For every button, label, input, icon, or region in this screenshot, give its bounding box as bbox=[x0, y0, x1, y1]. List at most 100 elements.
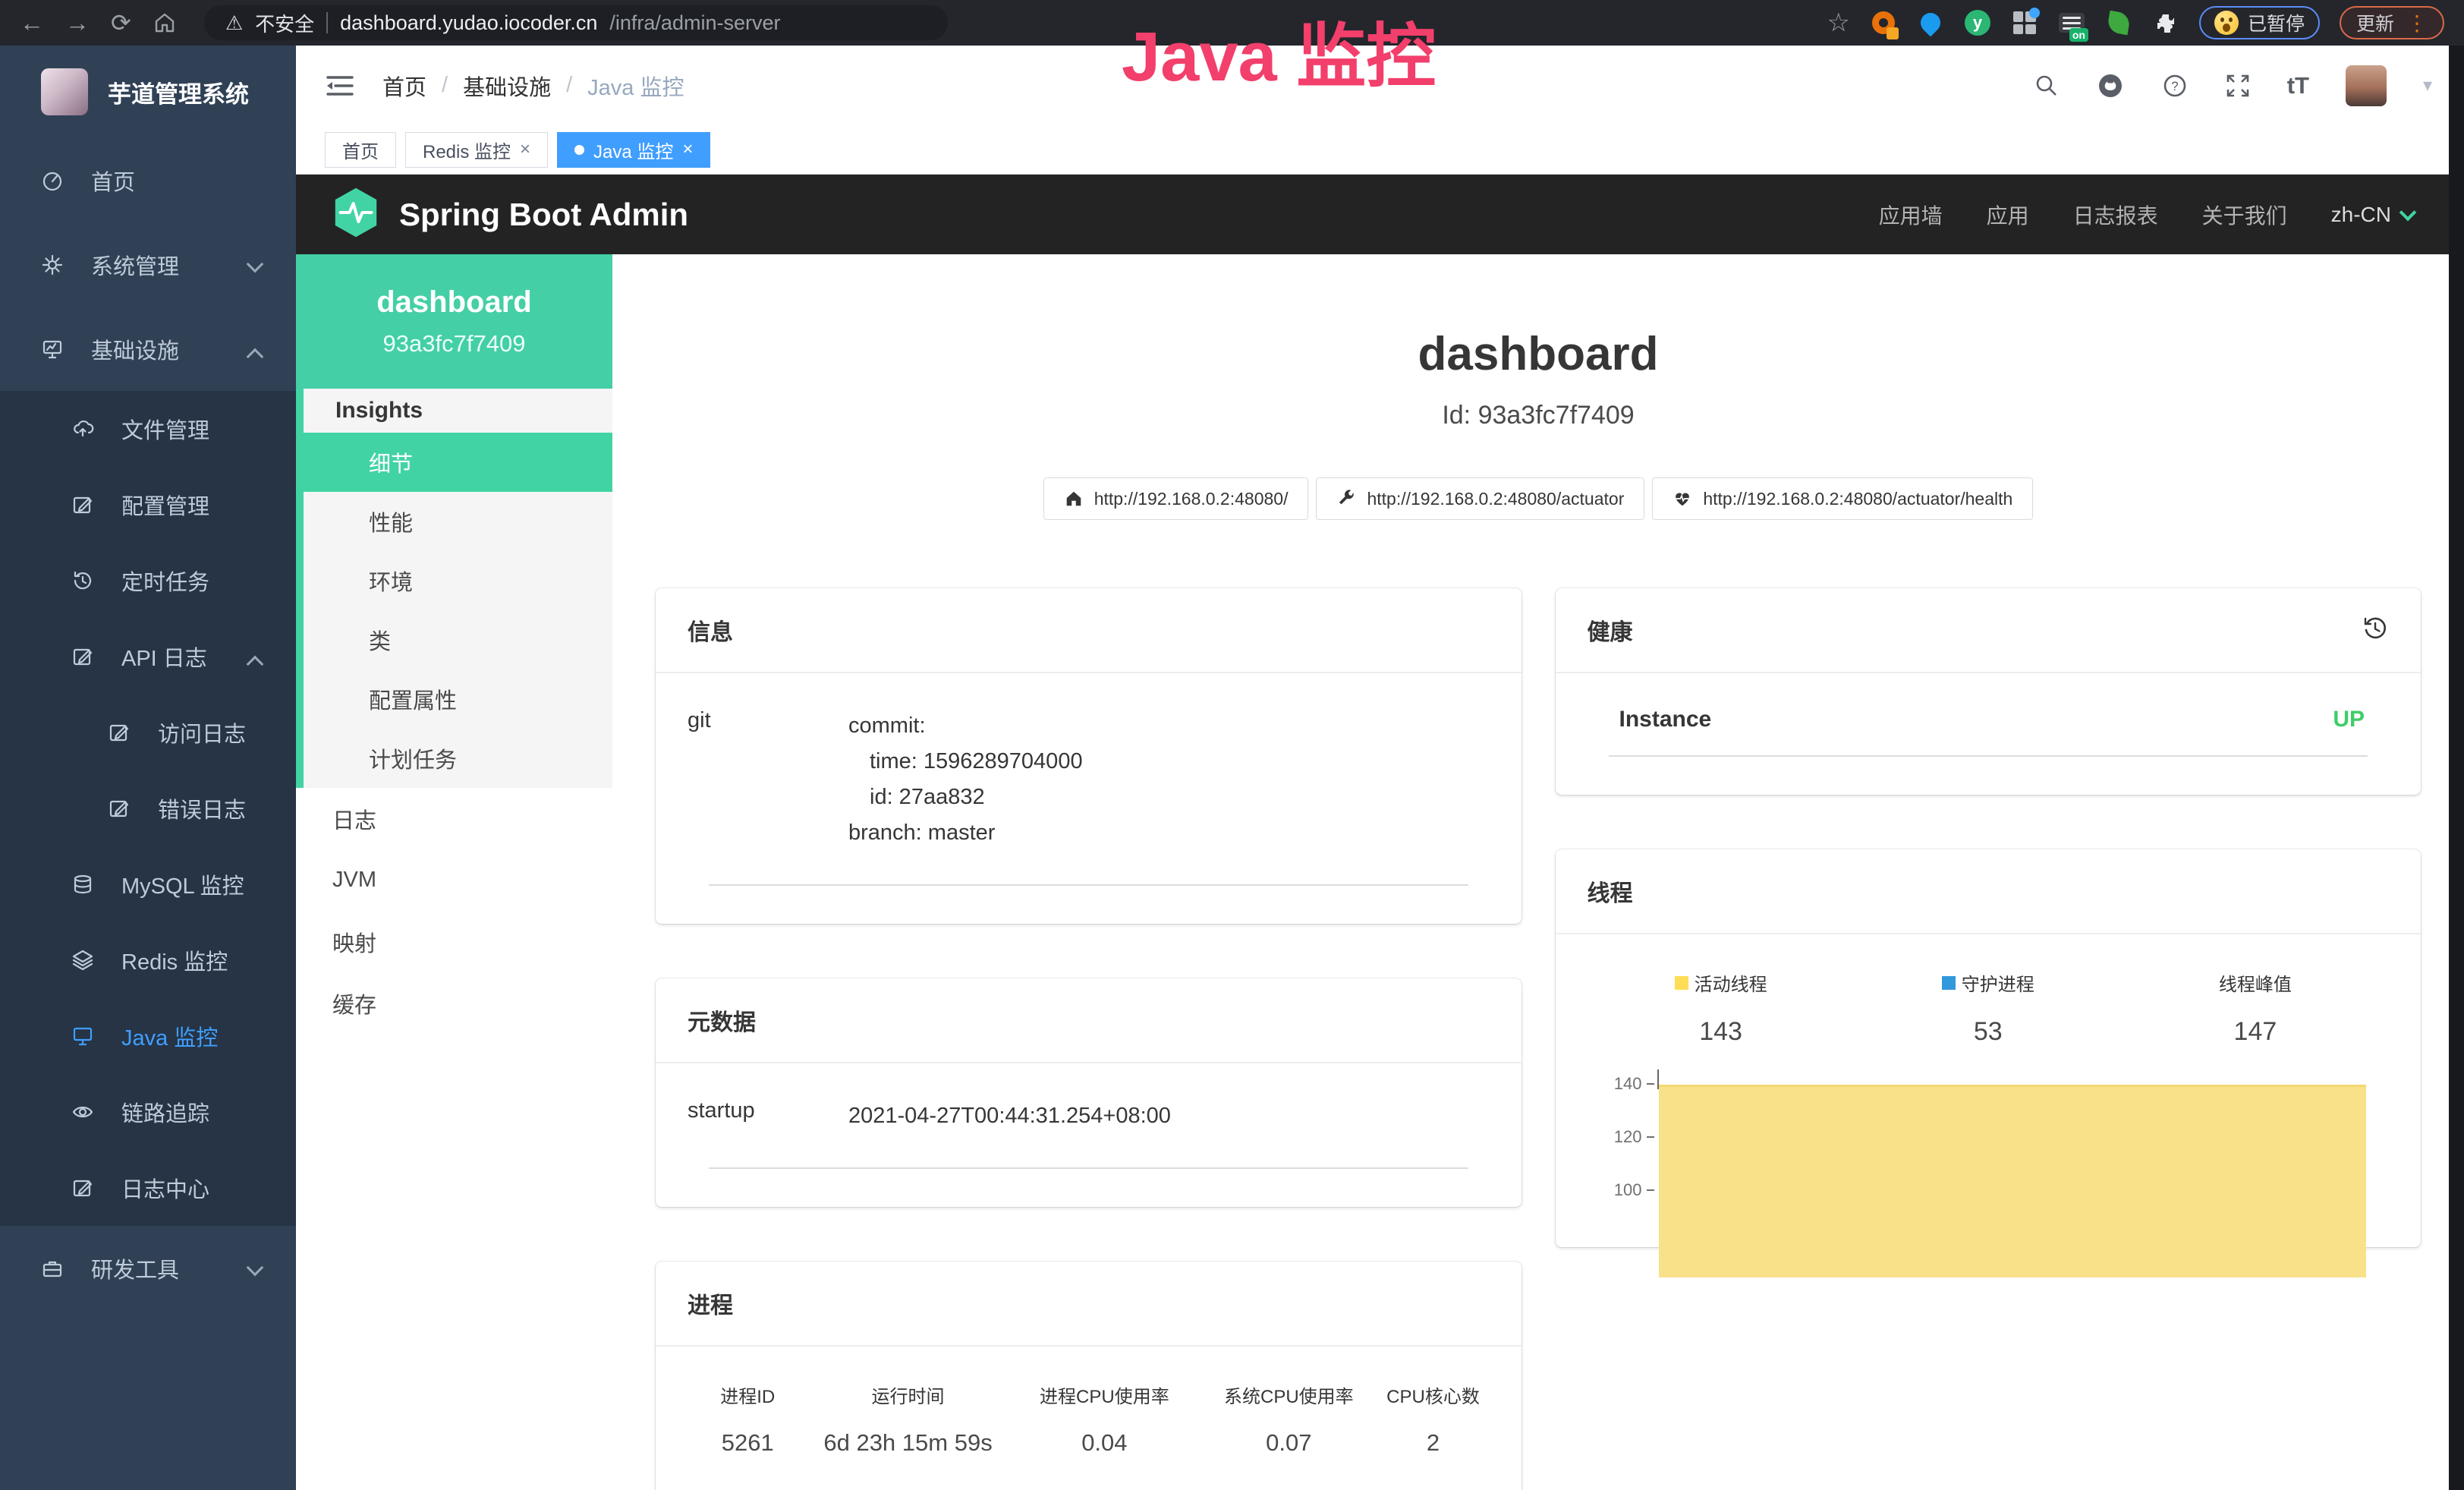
sidebar-item-file-manage[interactable]: 文件管理 bbox=[0, 391, 296, 467]
address-bar[interactable]: ⚠ 不安全 dashboard.yudao.iocoder.cn /infra/… bbox=[204, 5, 948, 40]
sidebar-item-tracing[interactable]: 链路追踪 bbox=[0, 1074, 296, 1150]
sba-logo-icon bbox=[332, 187, 379, 242]
cloud-upload-icon bbox=[71, 417, 121, 440]
sidebar-item-home[interactable]: 首页 bbox=[0, 138, 296, 222]
page-title: dashboard bbox=[656, 327, 2421, 381]
sidebar-item-config-manage[interactable]: 配置管理 bbox=[0, 467, 296, 543]
sidebar-item-access-logs[interactable]: 访问日志 bbox=[0, 695, 296, 770]
cards-right-column: 健康 Instance UP bbox=[1556, 588, 2422, 1247]
sidebar-item-system[interactable]: 系统管理 bbox=[0, 222, 296, 307]
font-size-icon[interactable]: tT bbox=[2287, 72, 2309, 99]
browser-update-button[interactable]: 更新 ⋮ bbox=[2340, 6, 2444, 39]
system-cpu-value: 0.07 bbox=[1201, 1429, 1377, 1457]
close-icon[interactable]: × bbox=[682, 139, 693, 160]
sidebar-item-api-logs[interactable]: API 日志 bbox=[0, 619, 296, 695]
update-label: 更新 bbox=[2356, 9, 2394, 36]
browser-home-icon[interactable] bbox=[153, 11, 177, 35]
metadata-card: 元数据 startup 2021-04-27T00:44:31.254+08:0… bbox=[656, 978, 1522, 1207]
switch-on-extension-icon[interactable]: on bbox=[2058, 9, 2085, 36]
sidebar-item-java-monitor[interactable]: Java 监控 bbox=[0, 998, 296, 1074]
divider bbox=[709, 1167, 1468, 1169]
fullscreen-icon[interactable] bbox=[2225, 73, 2251, 99]
process-table-header: 进程ID 运行时间 进程CPU使用率 系统CPU使用率 CPU核心数 bbox=[688, 1381, 1490, 1408]
sba-nav-wallboard[interactable]: 应用墙 bbox=[1879, 200, 1943, 230]
sidebar-item-log-center[interactable]: 日志中心 bbox=[0, 1150, 296, 1226]
sba-menu-details[interactable]: 细节 bbox=[304, 433, 612, 492]
browser-toolbar-right: ☆ y on 已暂停 更新 ⋮ bbox=[1827, 6, 2444, 39]
database-icon bbox=[71, 873, 121, 896]
tab-java-monitor[interactable]: Java 监控 × bbox=[557, 132, 710, 168]
chevron-up-icon bbox=[247, 656, 264, 673]
colorpicker-extension-icon[interactable] bbox=[1870, 9, 1897, 36]
search-icon[interactable] bbox=[2034, 73, 2060, 99]
sba-menu-environment[interactable]: 环境 bbox=[304, 551, 612, 610]
app-title: 芋道管理系统 bbox=[108, 75, 249, 109]
pin-extension-icon[interactable] bbox=[1917, 9, 1944, 36]
bookmark-star-icon[interactable]: ☆ bbox=[1827, 8, 1849, 38]
health-url-button[interactable]: http://192.168.0.2:48080/actuator/health bbox=[1652, 477, 2033, 520]
chevron-down-icon bbox=[247, 255, 264, 272]
sidebar-submenu-infra: 文件管理 配置管理 定时任务 API 日志 bbox=[0, 391, 296, 1226]
sba-menu-config-props[interactable]: 配置属性 bbox=[304, 669, 612, 729]
card-title: 线程 bbox=[1588, 874, 1633, 908]
history-icon[interactable] bbox=[2362, 615, 2389, 646]
sba-nav-journal[interactable]: 日志报表 bbox=[2073, 200, 2158, 230]
sba-locale-select[interactable]: zh-CN bbox=[2331, 203, 2414, 227]
sba-nav-applications[interactable]: 应用 bbox=[1987, 200, 2029, 230]
reload-icon[interactable]: ⟳ bbox=[111, 11, 131, 35]
breadcrumb-infra[interactable]: 基础设施 bbox=[463, 70, 551, 102]
sidebar-item-redis-monitor[interactable]: Redis 监控 bbox=[0, 922, 296, 998]
divider bbox=[1609, 755, 2368, 757]
help-icon[interactable]: ? bbox=[2161, 72, 2189, 99]
instance-id: 93a3fc7f7409 bbox=[383, 330, 526, 358]
sba-menu-caches[interactable]: 缓存 bbox=[296, 972, 612, 1034]
chevron-up-icon bbox=[247, 348, 264, 365]
avatar[interactable] bbox=[2346, 65, 2387, 106]
page-scrollbar[interactable] bbox=[2449, 46, 2464, 1490]
sba-menu-logs[interactable]: 日志 bbox=[296, 788, 612, 849]
grid-extension-icon[interactable] bbox=[2011, 9, 2038, 36]
edit-icon bbox=[71, 645, 121, 668]
tab-home[interactable]: 首页 bbox=[325, 132, 396, 168]
layers-icon bbox=[71, 949, 121, 972]
sba-menu-metrics[interactable]: 性能 bbox=[304, 492, 612, 551]
green-y-extension-icon[interactable]: y bbox=[1964, 9, 1991, 36]
sba-brand-title: Spring Boot Admin bbox=[399, 197, 688, 233]
back-icon[interactable]: ← bbox=[20, 11, 44, 35]
tab-redis-monitor[interactable]: Redis 监控 × bbox=[405, 132, 548, 168]
service-url-button[interactable]: http://192.168.0.2:48080/ bbox=[1043, 477, 1309, 520]
extensions-puzzle-icon[interactable] bbox=[2152, 9, 2179, 36]
sidebar-item-infra[interactable]: 基础设施 bbox=[0, 307, 296, 391]
threads-values: 143 53 147 bbox=[1588, 996, 2390, 1047]
sba-menu-jvm[interactable]: JVM bbox=[296, 849, 612, 911]
app-logo bbox=[41, 68, 88, 115]
edit-icon bbox=[71, 1177, 121, 1199]
sba-menu-mappings[interactable]: 映射 bbox=[296, 911, 612, 972]
sidebar-item-mysql-monitor[interactable]: MySQL 监控 bbox=[0, 846, 296, 922]
edit-icon bbox=[71, 493, 121, 516]
avatar-caret-icon[interactable]: ▾ bbox=[2423, 74, 2432, 96]
sba-instance-header[interactable]: dashboard 93a3fc7f7409 bbox=[296, 254, 612, 389]
github-icon[interactable] bbox=[2096, 71, 2125, 100]
threads-card: 线程 活动线程 守护进程 线程峰值 143 bbox=[1556, 849, 2422, 1247]
collapse-menu-icon[interactable] bbox=[325, 73, 355, 99]
edit-icon bbox=[108, 721, 158, 744]
sba-menu-scheduled-tasks[interactable]: 计划任务 bbox=[304, 729, 612, 788]
sidebar-item-scheduled-jobs[interactable]: 定时任务 bbox=[0, 543, 296, 619]
health-card-header: 健康 bbox=[1556, 588, 2422, 673]
sidebar-item-dev-tools[interactable]: 研发工具 bbox=[0, 1226, 296, 1310]
process-table-values: 5261 6d 23h 15m 59s 0.04 0.07 2 bbox=[688, 1408, 1490, 1457]
uptime-value: 6d 23h 15m 59s bbox=[807, 1429, 1008, 1457]
leaf-extension-icon[interactable] bbox=[2105, 9, 2132, 36]
sba-nav-about[interactable]: 关于我们 bbox=[2202, 200, 2287, 230]
breadcrumb-home[interactable]: 首页 bbox=[382, 70, 426, 102]
actuator-url-button[interactable]: http://192.168.0.2:48080/actuator bbox=[1316, 477, 1644, 520]
card-title: 信息 bbox=[688, 613, 733, 647]
instance-links: http://192.168.0.2:48080/ http://192.168… bbox=[656, 477, 2421, 520]
kebab-menu-icon[interactable]: ⋮ bbox=[2406, 11, 2428, 36]
sba-menu-classes[interactable]: 类 bbox=[304, 610, 612, 669]
paused-profile-pill[interactable]: 已暂停 bbox=[2199, 6, 2320, 39]
forward-icon[interactable]: → bbox=[65, 11, 90, 35]
sidebar-item-error-logs[interactable]: 错误日志 bbox=[0, 770, 296, 846]
close-icon[interactable]: × bbox=[520, 139, 530, 160]
